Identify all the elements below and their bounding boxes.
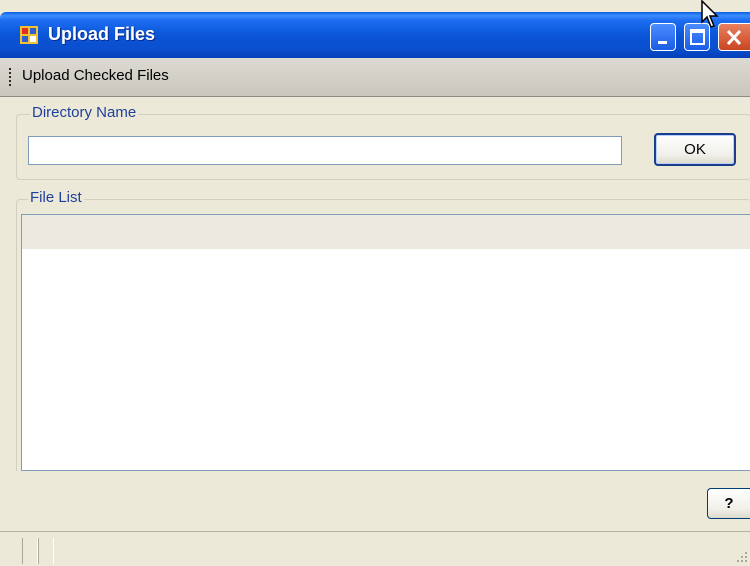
menu-strip: Upload Checked Files <box>0 58 750 97</box>
directory-name-input[interactable] <box>28 136 622 165</box>
file-list-group-label: File List <box>28 189 84 206</box>
minimize-icon <box>658 41 667 44</box>
file-list[interactable] <box>21 214 750 471</box>
mouse-cursor-icon <box>701 0 719 28</box>
window-title: Upload Files <box>48 24 156 44</box>
directory-group-label: Directory Name <box>30 104 139 121</box>
status-panel <box>38 538 54 564</box>
status-panel <box>22 538 38 564</box>
file-list-header[interactable] <box>22 215 750 249</box>
grip-icon <box>9 68 11 86</box>
minimize-button[interactable] <box>650 23 676 51</box>
menu-item-upload-checked-files[interactable]: Upload Checked Files <box>22 67 169 84</box>
title-bar[interactable]: Upload Files <box>0 12 750 58</box>
close-button[interactable] <box>718 23 750 51</box>
upload-files-window: Upload Files Upload Checked Files Direct… <box>0 0 750 566</box>
close-icon <box>726 29 742 46</box>
bottom-panel <box>0 471 750 531</box>
ok-button[interactable]: OK <box>654 133 736 166</box>
resize-grip-icon[interactable] <box>736 551 748 563</box>
help-button[interactable]: ? <box>707 488 750 519</box>
app-icon <box>20 26 38 44</box>
status-bar <box>0 531 750 566</box>
